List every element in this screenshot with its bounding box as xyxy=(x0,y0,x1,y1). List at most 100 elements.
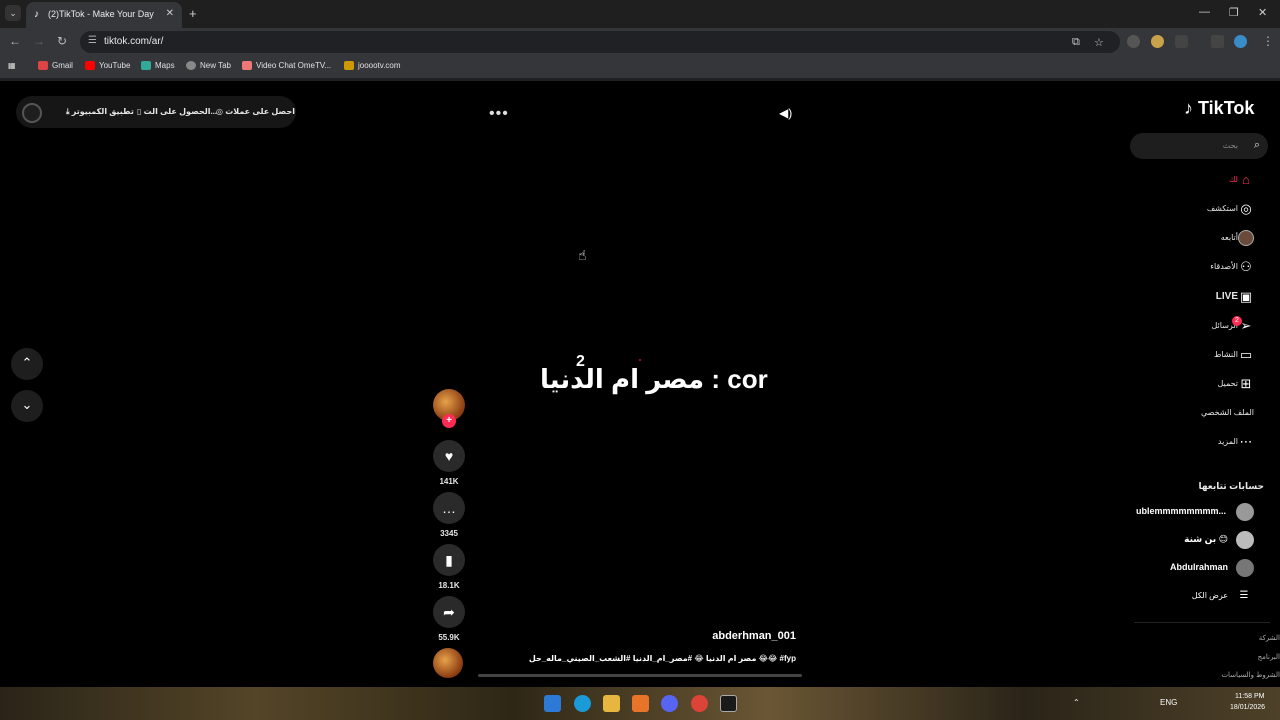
bookmark-label: jooootv.com xyxy=(358,61,401,70)
account-item[interactable]: Abdulrahman xyxy=(1130,557,1270,579)
bookmark-ometv[interactable]: Video Chat OmeTV... xyxy=(242,61,331,71)
sidebar-item-upload[interactable]: تحميل ⊞ xyxy=(1130,374,1270,396)
get-app-label: الحصول على الت... xyxy=(143,107,218,116)
following-accounts-heading: حسابات تتابعها xyxy=(1198,481,1264,491)
minimize-button[interactable]: — xyxy=(1199,6,1210,18)
sidebar-item-for-you[interactable]: لك ⌂ xyxy=(1130,170,1270,192)
bookmarks-bar: ▦ Gmail YouTube Maps New Tab Video Chat … xyxy=(0,56,1280,78)
account-item[interactable]: ublemmmmmmmm... xyxy=(1130,501,1270,523)
bookmark-jooootv[interactable]: jooootv.com xyxy=(344,61,401,71)
sound-icon[interactable]: ◀) xyxy=(779,106,792,120)
globe-icon xyxy=(186,61,196,71)
more-options-icon[interactable]: ••• xyxy=(489,105,509,123)
creator-username[interactable]: abderhman_001 xyxy=(600,630,796,642)
site-info-icon[interactable]: ☰ xyxy=(88,36,98,46)
edge-icon[interactable] xyxy=(574,695,591,712)
logo-text: TikTok xyxy=(1198,98,1255,118)
tray-chevron-icon[interactable]: ⌃ xyxy=(1073,698,1080,707)
search-icon[interactable]: ⌕ xyxy=(1254,139,1260,152)
get-app-button[interactable]: ▯ الحصول على الت... xyxy=(137,107,217,116)
bookmark-gmail[interactable]: Gmail xyxy=(38,61,73,71)
extension-shield-icon[interactable] xyxy=(1127,35,1140,48)
windows-start-icon[interactable] xyxy=(544,695,561,712)
maps-icon xyxy=(141,61,151,71)
address-bar[interactable]: ☰ tiktok.com/ar/ ⧉ ☆ xyxy=(80,31,1120,53)
get-coins-label: احصل على عملات xyxy=(225,107,295,116)
footer-link-terms[interactable]: الشروط والسياسات xyxy=(1221,671,1280,679)
like-button[interactable]: ♥ xyxy=(433,440,465,472)
mouse-cursor-icon: ☝ xyxy=(578,247,587,263)
pc-app-button[interactable]: ⤓ تطبيق الكمبيوتر xyxy=(66,107,134,117)
browser-chrome: ⌄ ♪ (2)TikTok - Make Your Day ✕ + — ❐ ✕ … xyxy=(0,0,1280,81)
sidebar-item-live[interactable]: LIVE ▣ xyxy=(1130,287,1270,309)
sidebar-item-explore[interactable]: استكشف ◎ xyxy=(1130,199,1270,221)
sidebar-item-following[interactable]: أتابعه xyxy=(1130,228,1270,250)
account-item[interactable]: بن شنة 😊 xyxy=(1130,529,1270,551)
next-video-button[interactable]: ⌄ xyxy=(11,390,43,422)
bookmark-youtube[interactable]: YouTube xyxy=(85,61,130,71)
media-icon[interactable] xyxy=(1211,35,1224,48)
share-button[interactable]: ➦ xyxy=(433,596,465,628)
jooootv-icon xyxy=(344,61,354,71)
bookmark-star-icon[interactable]: ☆ xyxy=(1094,36,1104,49)
tiktok-logo[interactable]: ♪ TikTok xyxy=(1184,98,1254,119)
active-app-icon[interactable] xyxy=(720,695,737,712)
video-caption: مصر ام الدنيا 😂 #مصر_ام_الدنيا #الشعب_ال… xyxy=(528,654,796,663)
apps-grid-icon[interactable]: ▦ xyxy=(8,61,16,70)
footer-link-company[interactable]: الشركة xyxy=(1259,634,1280,642)
more-icon: ⋯ xyxy=(1239,434,1253,449)
loading-circle-icon xyxy=(22,103,42,123)
close-window-button[interactable]: ✕ xyxy=(1258,6,1267,19)
search-input[interactable]: بحث ⌕ xyxy=(1130,133,1268,159)
music-disc-avatar[interactable] xyxy=(433,648,463,678)
tab-strip: ⌄ ♪ (2)TikTok - Make Your Day ✕ + — ❐ ✕ xyxy=(0,0,1280,28)
divider xyxy=(1134,622,1270,623)
sidebar-item-activity[interactable]: النشاط ▭ xyxy=(1130,345,1270,367)
sidebar-item-profile[interactable]: الملف الشخصي xyxy=(1130,403,1270,425)
save-button[interactable]: ▮ xyxy=(433,544,465,576)
get-coins-button[interactable]: ◎ احصل على عملات xyxy=(216,107,295,116)
tab-tiktok[interactable]: ♪ (2)TikTok - Make Your Day ✕ xyxy=(26,2,182,28)
restore-button[interactable]: ❐ xyxy=(1229,6,1239,19)
follow-plus-icon[interactable]: + xyxy=(442,414,456,428)
gmail-icon xyxy=(38,61,48,71)
avatar xyxy=(1236,531,1254,549)
red-dot xyxy=(639,359,641,361)
clock-date[interactable]: 18/01/2026 xyxy=(1230,704,1265,711)
footer-link-program[interactable]: البرنامج xyxy=(1258,653,1280,661)
chrome-icon[interactable] xyxy=(691,695,708,712)
extension-icon[interactable] xyxy=(1151,35,1164,48)
app-icon[interactable] xyxy=(632,695,649,712)
friends-icon: ⚇ xyxy=(1240,259,1252,274)
file-explorer-icon[interactable] xyxy=(603,695,620,712)
back-button[interactable]: ← xyxy=(9,34,21,48)
menu-icon[interactable]: ⋮ xyxy=(1262,34,1274,48)
previous-video-button[interactable]: ⌃ xyxy=(11,348,43,380)
extensions-puzzle-icon[interactable] xyxy=(1175,35,1188,48)
install-icon[interactable]: ⧉ xyxy=(1072,36,1080,49)
bookmark-maps[interactable]: Maps xyxy=(141,61,175,71)
sidebar-item-messages[interactable]: الرسائل ➢ 2 xyxy=(1130,316,1270,338)
video-progress-bar[interactable] xyxy=(478,674,802,677)
clock-time[interactable]: 11:58 PM xyxy=(1235,693,1264,700)
bookmark-new-tab[interactable]: New Tab xyxy=(186,61,231,71)
compass-icon: ◎ xyxy=(1240,201,1252,216)
sidebar-item-label: لك xyxy=(1228,175,1238,184)
see-all-button[interactable]: عرض الكل ☰ xyxy=(1130,586,1270,608)
profile-avatar-icon[interactable] xyxy=(1234,35,1247,48)
language-indicator[interactable]: ENG xyxy=(1160,698,1177,707)
new-tab-button[interactable]: + xyxy=(189,6,197,21)
forward-button[interactable]: → xyxy=(33,34,45,48)
discord-icon[interactable] xyxy=(661,695,678,712)
tab-search-button[interactable]: ⌄ xyxy=(5,5,21,21)
sidebar-item-more[interactable]: المزيد ⋯ xyxy=(1130,432,1270,454)
pc-app-label: تطبيق الكمبيوتر xyxy=(71,107,134,116)
live-icon: ▣ xyxy=(1239,289,1253,304)
comment-count: 3345 xyxy=(440,529,458,538)
sidebar-item-label: المزيد xyxy=(1217,437,1238,446)
upload-icon: ⊞ xyxy=(1240,376,1252,391)
sidebar-item-friends[interactable]: الأصدقاء ⚇ xyxy=(1130,257,1270,279)
reload-button[interactable]: ↻ xyxy=(57,34,67,48)
comment-button[interactable]: … xyxy=(433,492,465,524)
tab-close-icon[interactable]: ✕ xyxy=(166,8,174,19)
